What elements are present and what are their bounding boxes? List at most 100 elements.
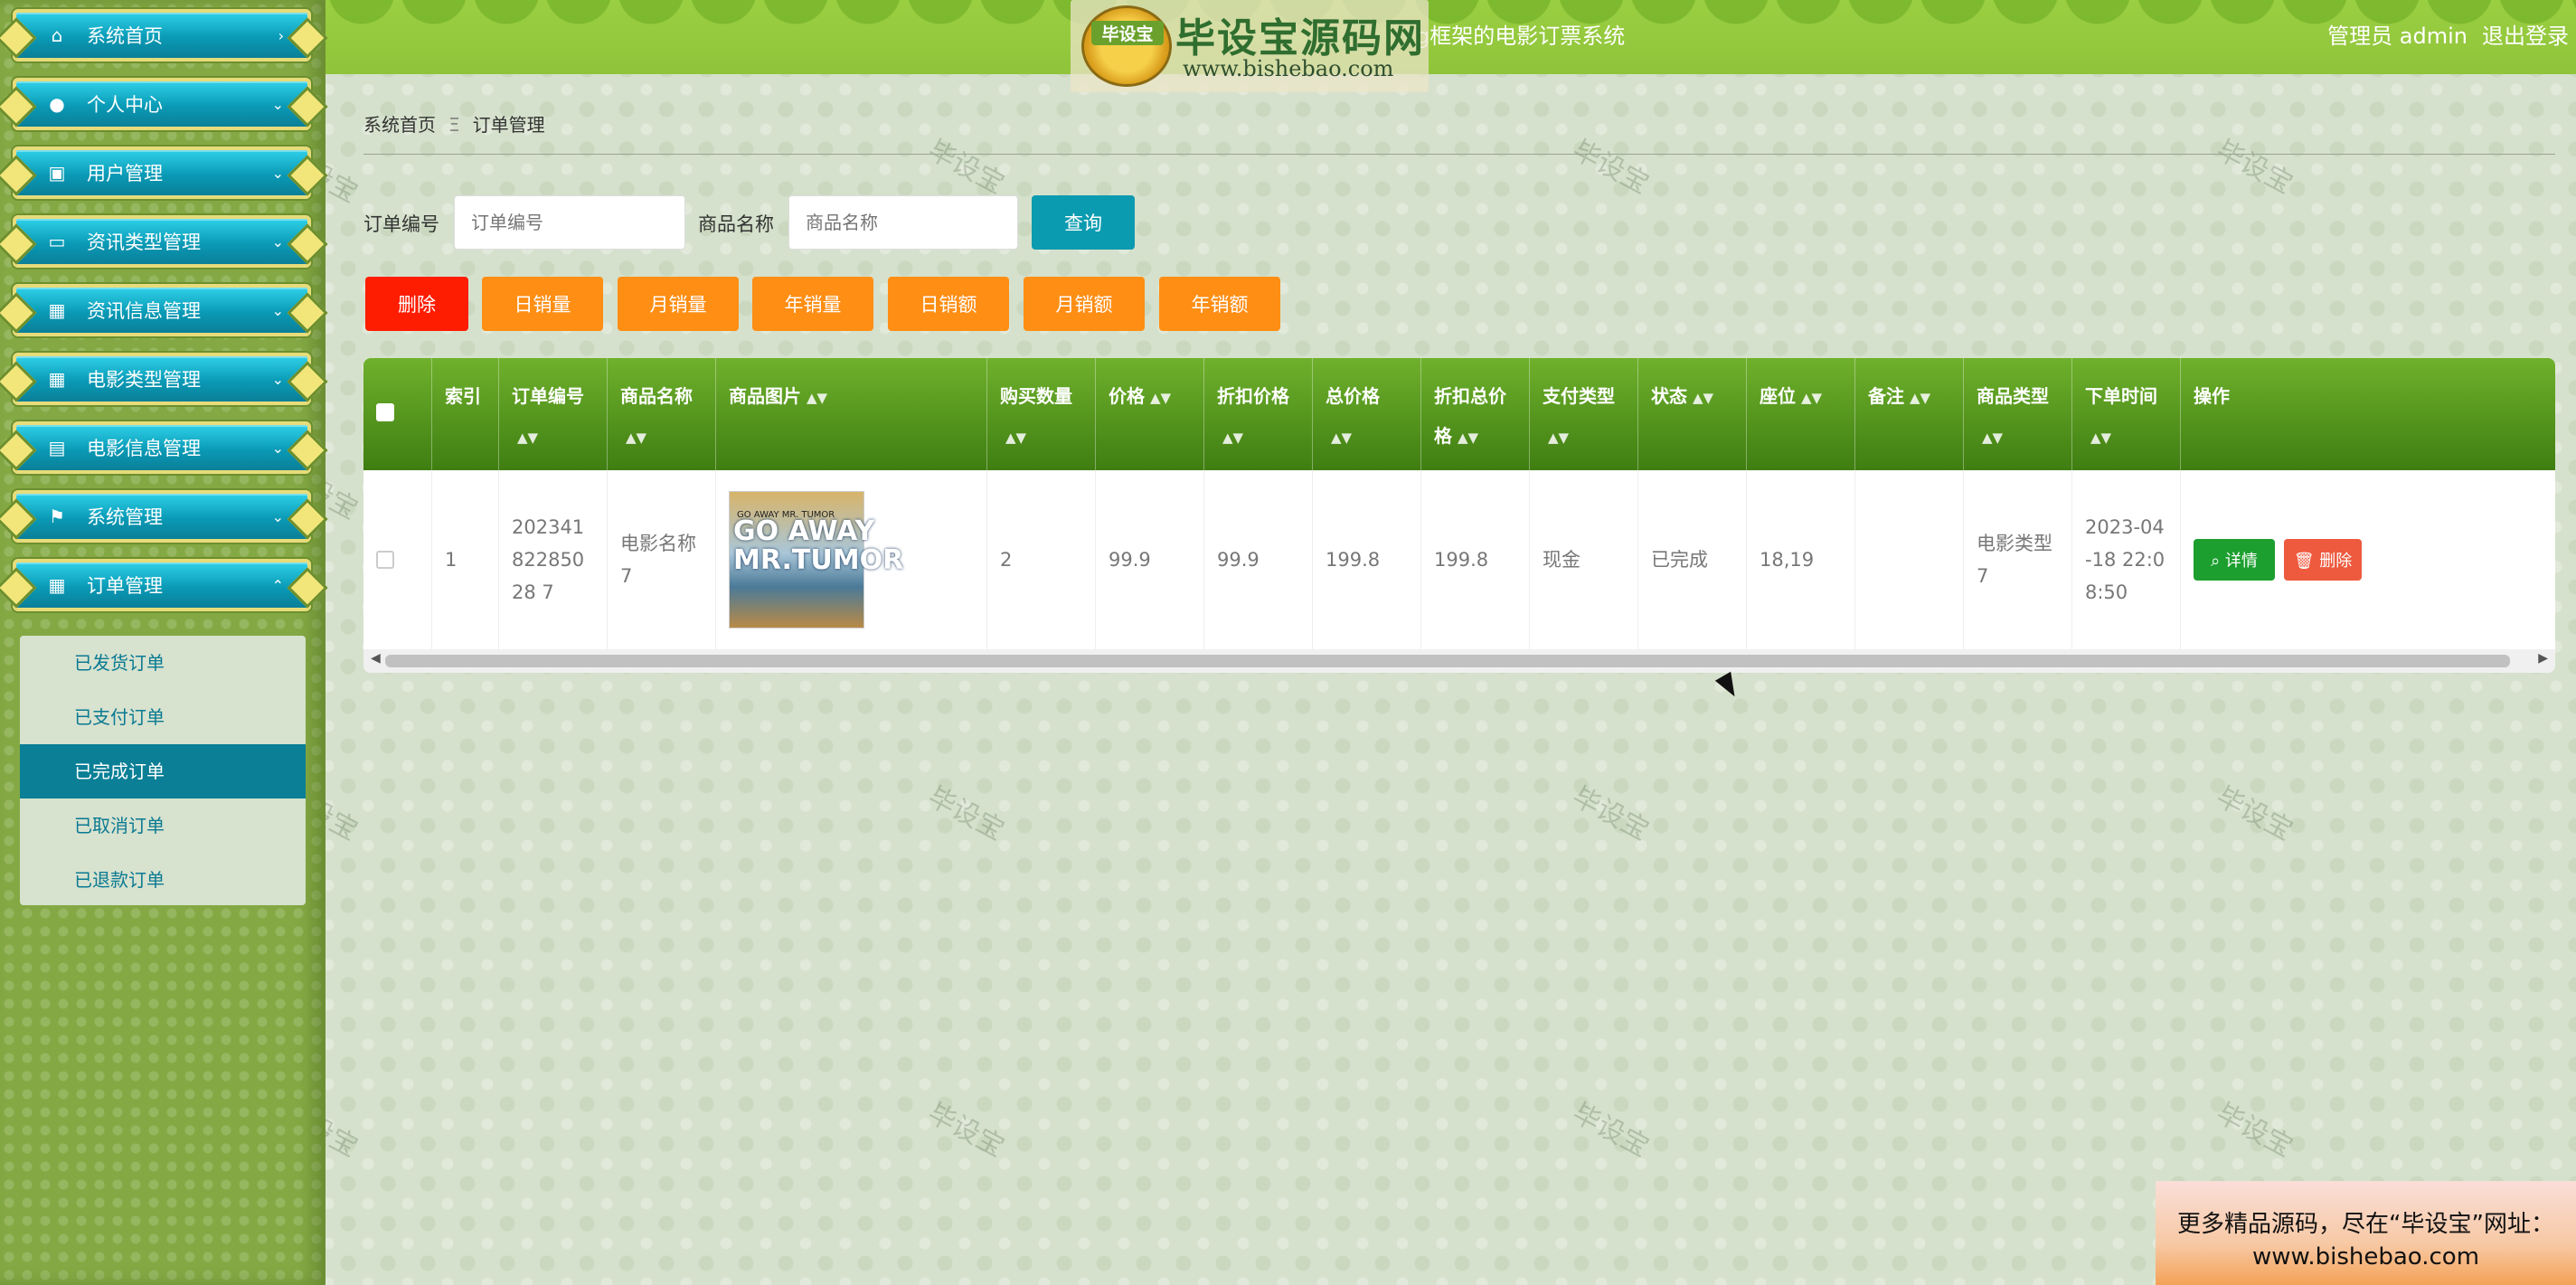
header-price[interactable]: 价格 ▲▼ — [1096, 358, 1204, 470]
sort-icon: ▲▼ — [807, 390, 828, 406]
sort-icon: ▲▼ — [1693, 390, 1714, 406]
detail-button[interactable]: ⌕ 详情 — [2194, 539, 2275, 581]
home-icon: ⌂ — [51, 24, 63, 46]
breadcrumb-separator-icon: Ξ — [448, 114, 460, 136]
table-row: 1 20234182285028 7 电影名称7 GO AWAY MR. TUM… — [363, 470, 2555, 649]
sidebar-item-movie-types[interactable]: ▦ 电影类型管理 ⌄ — [13, 353, 311, 405]
sidebar-item-movie-info[interactable]: ▤ 电影信息管理 ⌄ — [13, 421, 311, 474]
header-remark[interactable]: 备注 ▲▼ — [1855, 358, 1964, 470]
header-order-time[interactable]: 下单时间 ▲▼ — [2072, 358, 2181, 470]
sidebar-item-label: 用户管理 — [87, 163, 163, 184]
cell-total-price: 199.8 — [1313, 470, 1421, 649]
scroll-right-icon[interactable]: ▶ — [2538, 651, 2548, 666]
scrollbar-thumb[interactable] — [385, 655, 2510, 667]
calendar-check-icon: ▤ — [48, 437, 66, 458]
sort-icon: ▲▼ — [1548, 430, 1570, 446]
sidebar-item-home[interactable]: ⌂ 系统首页 › — [13, 9, 311, 61]
banner-line-1: 更多精品源码，尽在“毕设宝”网址： — [2177, 1211, 2554, 1238]
chevron-down-icon: ⌄ — [271, 164, 284, 182]
yearly-sales-qty-button[interactable]: 年销量 — [752, 277, 873, 331]
submenu-item-refunded[interactable]: 已退款订单 — [20, 853, 306, 907]
daily-sales-amt-button[interactable]: 日销额 — [888, 277, 1009, 331]
orders-table: 索引 订单编号 ▲▼ 商品名称 ▲▼ 商品图片 ▲▼ 购买数量 ▲▼ 价格 ▲▼ 折扣价格… — [363, 358, 2555, 673]
logout-link[interactable]: 退出登录 — [2482, 18, 2569, 50]
sidebar-item-orders[interactable]: ▦ 订单管理 ⌃ — [13, 559, 311, 611]
header-product-type[interactable]: 商品类型 ▲▼ — [1964, 358, 2072, 470]
sidebar-item-news-types[interactable]: ▭ 资讯类型管理 ⌄ — [13, 215, 311, 268]
monthly-sales-amt-button[interactable]: 月销额 — [1024, 277, 1145, 331]
logo-badge-text: 毕设宝 — [1091, 21, 1164, 45]
header-operation: 操作 — [2194, 385, 2230, 407]
breadcrumb-divider — [363, 154, 2555, 155]
movie-poster-image[interactable]: GO AWAY MR. TUMOR GO AWAY MR.TUMOR — [729, 491, 903, 628]
submenu-item-shipped[interactable]: 已发货订单 — [20, 636, 306, 690]
sidebar-item-label: 个人中心 — [87, 94, 163, 116]
sort-icon: ▲▼ — [626, 430, 647, 446]
sidebar-item-news-info[interactable]: ▦ 资讯信息管理 ⌄ — [13, 284, 311, 336]
logo-url: www.bishebao.com — [1183, 56, 1394, 81]
chevron-down-icon: ⌄ — [271, 507, 284, 525]
cell-remark — [1855, 470, 1964, 649]
daily-sales-qty-button[interactable]: 日销量 — [482, 277, 603, 331]
grid-icon: ▦ — [48, 574, 66, 596]
chevron-down-icon: ⌄ — [271, 232, 284, 250]
breadcrumb-home[interactable]: 系统首页 — [363, 114, 436, 136]
monthly-sales-qty-button[interactable]: 月销量 — [618, 277, 739, 331]
promo-banner[interactable]: 更多精品源码，尽在“毕设宝”网址： www.bishebao.com — [2156, 1181, 2576, 1285]
cell-order-no: 20234182285028 7 — [499, 470, 608, 649]
order-no-input[interactable] — [454, 195, 685, 250]
cell-payment-type: 现金 — [1530, 470, 1638, 649]
header-status[interactable]: 状态 ▲▼ — [1638, 358, 1747, 470]
chevron-down-icon: ⌄ — [271, 370, 284, 388]
header-seat[interactable]: 座位 ▲▼ — [1747, 358, 1855, 470]
cell-operation: ⌕ 详情 🗑 删除 — [2181, 470, 2555, 649]
sidebar-item-label: 系统首页 — [87, 25, 163, 47]
header-payment-type[interactable]: 支付类型 ▲▼ — [1530, 358, 1638, 470]
briefcase-icon: ▣ — [48, 162, 66, 184]
orders-submenu: 已发货订单 已支付订单 已完成订单 已取消订单 已退款订单 — [20, 636, 306, 905]
sidebar-item-label: 系统管理 — [87, 506, 163, 528]
sort-icon: ▲▼ — [1005, 430, 1027, 446]
header-order-no[interactable]: 订单编号 ▲▼ — [499, 358, 608, 470]
sort-icon: ▲▼ — [1910, 390, 1931, 406]
header-select-all[interactable] — [363, 358, 432, 470]
chevron-down-icon: ⌄ — [271, 439, 284, 457]
header-discount-price[interactable]: 折扣价格 ▲▼ — [1204, 358, 1313, 470]
header-total-price[interactable]: 总价格 ▲▼ — [1313, 358, 1421, 470]
grid-icon: ▦ — [48, 368, 66, 390]
submenu-item-cancelled[interactable]: 已取消订单 — [20, 798, 306, 853]
header-product-name[interactable]: 商品名称 ▲▼ — [608, 358, 716, 470]
product-name-input[interactable] — [788, 195, 1018, 250]
scroll-left-icon[interactable]: ◀ — [371, 651, 381, 666]
sidebar-item-label: 电影信息管理 — [87, 438, 201, 459]
yearly-sales-amt-button[interactable]: 年销额 — [1159, 277, 1280, 331]
row-select[interactable] — [363, 470, 432, 649]
sidebar-item-label: 电影类型管理 — [87, 369, 201, 391]
horizontal-scrollbar[interactable]: ◀ ▶ — [363, 649, 2555, 673]
header-index: 索引 — [432, 358, 499, 470]
select-all-checkbox[interactable] — [376, 403, 394, 421]
header-quantity[interactable]: 购买数量 ▲▼ — [987, 358, 1096, 470]
sidebar-item-system[interactable]: ⚑ 系统管理 ⌄ — [13, 490, 311, 543]
row-delete-button[interactable]: 🗑 删除 — [2284, 539, 2362, 581]
flag-icon: ⚑ — [49, 505, 65, 527]
sort-icon: ▲▼ — [1331, 430, 1353, 446]
trash-icon: 🗑 — [2293, 552, 2320, 571]
sidebar-item-users[interactable]: ▣ 用户管理 ⌄ — [13, 146, 311, 199]
row-checkbox[interactable] — [376, 551, 394, 569]
sort-icon: ▲▼ — [1150, 390, 1172, 406]
cell-discount-total: 199.8 — [1421, 470, 1530, 649]
header-discount-total[interactable]: 折扣总价格 ▲▼ — [1421, 358, 1530, 470]
submenu-item-completed[interactable]: 已完成订单 — [20, 744, 306, 798]
sidebar-item-profile[interactable]: ● 个人中心 ⌄ — [13, 78, 311, 130]
sort-icon: ▲▼ — [517, 430, 539, 446]
query-button[interactable]: 查询 — [1032, 195, 1135, 250]
header-product-image[interactable]: 商品图片 ▲▼ — [716, 358, 987, 470]
delete-button[interactable]: 删除 — [365, 277, 468, 331]
submenu-item-paid[interactable]: 已支付订单 — [20, 690, 306, 744]
cell-product-image: GO AWAY MR. TUMOR GO AWAY MR.TUMOR — [716, 470, 987, 649]
monitor-icon: ▭ — [48, 231, 66, 252]
breadcrumb: 系统首页 Ξ 订单管理 — [363, 110, 545, 137]
sort-icon: ▲▼ — [1982, 430, 2004, 446]
chevron-up-icon: ⌃ — [271, 576, 284, 594]
